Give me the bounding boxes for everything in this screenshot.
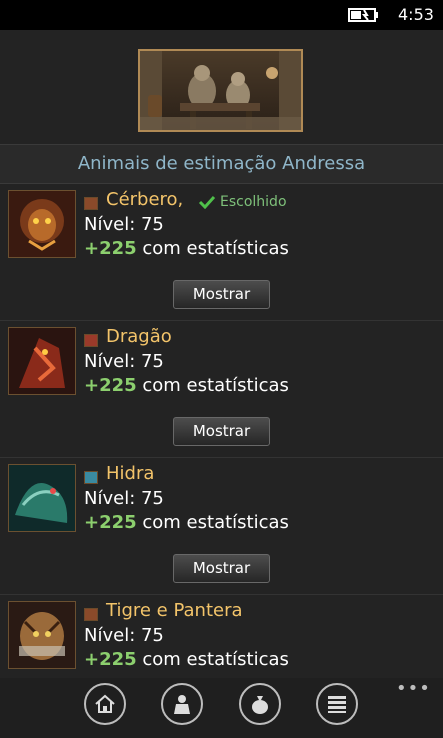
stat-bonus: +225: [84, 375, 137, 396]
page-title: Animais de estimação Andressa: [0, 144, 443, 184]
stat-bonus: +225: [84, 649, 137, 670]
clock: 4:53: [398, 5, 434, 24]
pet-name[interactable]: Hidra: [106, 463, 154, 484]
element-icon: [84, 608, 98, 621]
pet-level: Nível: 75: [84, 625, 164, 646]
home-icon: [95, 694, 115, 713]
stat-bonus: +225: [84, 512, 137, 533]
pet-level: Nível: 75: [84, 351, 164, 372]
chosen-badge: Escolhido: [198, 194, 287, 210]
menu-button[interactable]: [316, 683, 358, 725]
pet-portrait[interactable]: [8, 601, 76, 669]
checkmark-icon: [198, 195, 216, 209]
pet-stats: +225 com estatísticas: [84, 375, 289, 396]
stat-suffix: com estatísticas: [142, 649, 289, 670]
pet-portrait[interactable]: [8, 327, 76, 395]
more-options-button[interactable]: •••: [396, 678, 431, 699]
profile-button[interactable]: [161, 683, 203, 725]
element-icon: [84, 334, 98, 347]
show-button[interactable]: Mostrar: [173, 280, 270, 309]
stat-suffix: com estatísticas: [142, 512, 289, 533]
stat-bonus: +225: [84, 238, 137, 259]
bag-icon: [252, 696, 268, 714]
pet-level: Nível: 75: [84, 488, 164, 509]
app-bar: •••: [0, 678, 443, 738]
pet-level: Nível: 75: [84, 214, 164, 235]
pets-page[interactable]: Animais de estimação Andressa Cérbero, E…: [0, 30, 443, 678]
stat-suffix: com estatísticas: [142, 375, 289, 396]
list-item: Cérbero, Escolhido Nível: 75 +225 com es…: [0, 183, 443, 321]
banner-image: [138, 49, 303, 132]
home-button[interactable]: [84, 683, 126, 725]
menu-list-icon: [328, 696, 346, 713]
bag-button[interactable]: [239, 683, 281, 725]
pet-stats: +225 com estatísticas: [84, 649, 289, 670]
element-icon: [84, 471, 98, 484]
status-bar: 4:53: [0, 0, 443, 30]
stat-suffix: com estatísticas: [142, 238, 289, 259]
show-button[interactable]: Mostrar: [173, 417, 270, 446]
profile-icon: [174, 695, 190, 714]
chosen-label: Escolhido: [220, 194, 287, 210]
pet-stats: +225 com estatísticas: [84, 238, 289, 259]
pet-name[interactable]: Cérbero,: [106, 189, 183, 210]
list-item: Dragão Nível: 75 +225 com estatísticas M…: [0, 320, 443, 458]
battery-charging-icon: [348, 8, 378, 22]
pet-name[interactable]: Dragão: [106, 326, 172, 347]
list-item: Tigre e Pantera Nível: 75 +225 com estat…: [0, 594, 443, 678]
pet-name[interactable]: Tigre e Pantera: [106, 600, 243, 621]
element-icon: [84, 197, 98, 210]
show-button[interactable]: Mostrar: [173, 554, 270, 583]
pet-portrait[interactable]: [8, 190, 76, 258]
list-item: Hidra Nível: 75 +225 com estatísticas Mo…: [0, 457, 443, 595]
pet-portrait[interactable]: [8, 464, 76, 532]
pet-stats: +225 com estatísticas: [84, 512, 289, 533]
